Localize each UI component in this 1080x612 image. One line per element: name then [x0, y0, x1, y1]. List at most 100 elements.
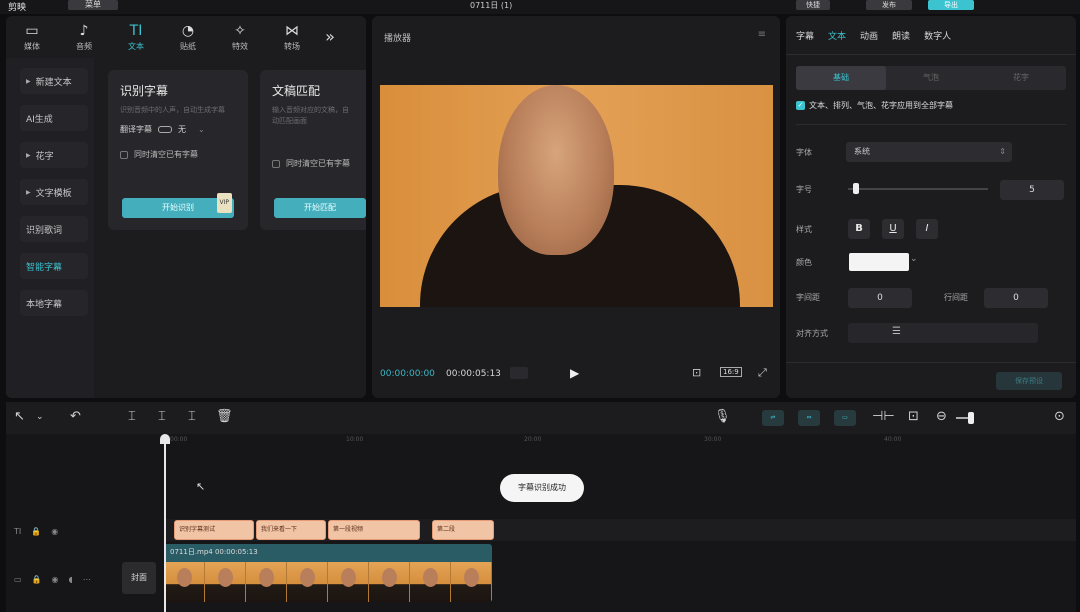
waveform-icon[interactable] [510, 367, 528, 379]
tab-label: 转场 [284, 41, 300, 51]
line-spacing-input[interactable]: 0 [984, 288, 1048, 308]
sidebar-item-fancy-text[interactable]: ▶ 花字 [20, 142, 88, 168]
link-clips-icon[interactable]: ⇌ [762, 410, 784, 426]
video-clip[interactable]: 0711日.mp4 00:00:05:13 [164, 544, 492, 602]
size-input[interactable]: 5 [1000, 180, 1064, 200]
cover-button[interactable]: 封面 [122, 562, 156, 594]
char-spacing-input[interactable]: 0 [848, 288, 912, 308]
video-preview[interactable] [380, 85, 773, 307]
eye-icon[interactable]: ◉ [51, 527, 58, 536]
media-icon: ▭ [25, 22, 39, 39]
color-label: 颜色 [796, 258, 812, 267]
size-slider[interactable] [848, 188, 988, 190]
more-tabs-button[interactable]: » [318, 16, 342, 58]
lock-icon[interactable]: 🔒 [31, 527, 41, 536]
fit-zoom-icon[interactable]: ⊡ [692, 366, 701, 379]
color-swatch[interactable] [849, 253, 909, 271]
magnet-icon[interactable]: ⇔ [798, 410, 820, 426]
align-center-icon[interactable]: ☰ [892, 326, 901, 337]
caption-sync-icon[interactable]: ⊡ [908, 409, 919, 424]
split-right-icon[interactable]: ⌶ [188, 409, 196, 424]
split-left-icon[interactable]: ⌶ [158, 409, 166, 424]
zoom-out-icon[interactable]: ⊖ [936, 409, 947, 424]
select-cursor-icon[interactable]: ↖ [14, 409, 25, 424]
font-select[interactable]: 系统 ⇕ [846, 142, 1012, 162]
subtab-basic[interactable]: 基础 [796, 66, 886, 90]
player-controls: 00:00:00:00 00:00:05:13 ▶ ⊡ 16:9 ⤢ [372, 362, 780, 386]
align-options[interactable]: ☰ [848, 323, 1038, 343]
card-title: 识别字幕 [120, 84, 169, 98]
chevron-down-icon[interactable]: ⌄ [910, 254, 918, 264]
center-split-icon[interactable]: ⊣⊢ [872, 409, 895, 424]
clear-existing-checkbox[interactable]: 同时清空已有字幕 [272, 158, 354, 169]
delete-icon[interactable]: 🗑 [216, 409, 233, 424]
translate-row[interactable]: 翻译字幕 无 ⌄ [120, 124, 236, 135]
apply-all-checkbox[interactable]: ✓ 文本、排列、气泡、花字应用到全部字幕 [796, 100, 953, 111]
undo-icon[interactable]: ↶ [70, 409, 81, 424]
menu-button[interactable]: 菜单 [68, 0, 118, 10]
export-button[interactable]: 导出 [928, 0, 974, 10]
chevron-down-icon[interactable]: ⌄ [36, 412, 44, 422]
thumbnail [369, 562, 410, 602]
sidebar-item-local-caption[interactable]: 本地字幕 [20, 290, 88, 316]
clear-existing-checkbox[interactable]: 同时清空已有字幕 [120, 149, 236, 160]
publish-button[interactable]: 发布 [866, 0, 912, 10]
tab-digital-human[interactable]: 数字人 [924, 29, 951, 42]
tab-transition[interactable]: ⋈ 转场 [266, 16, 318, 58]
size-slider-handle[interactable] [853, 183, 859, 194]
start-match-button[interactable]: 开始匹配 [274, 198, 366, 218]
tab-audio[interactable]: ♪ 音频 [58, 16, 110, 58]
tab-read-aloud[interactable]: 朗读 [892, 29, 910, 42]
eye-icon[interactable]: ◉ [52, 575, 59, 584]
start-recognize-button[interactable]: 开始识别 VIP [122, 193, 234, 218]
tab-animation[interactable]: 动画 [860, 29, 878, 42]
speaker-icon[interactable]: ◖ [69, 575, 73, 584]
apply-all-label: 文本、排列、气泡、花字应用到全部字幕 [809, 101, 953, 110]
subtab-bubble[interactable]: 气泡 [886, 66, 976, 90]
timeline-panel: ↖ ⌄ ↶ ⌶ ⌶ ⌶ 🗑 🎙 ⇌ ⇔ ▭ ⊣⊢ ⊡ ⊖ ⊙ 00:00 10:… [6, 402, 1076, 612]
tab-sticker[interactable]: ◔ 贴纸 [162, 16, 214, 58]
menu-icon[interactable]: ≡ [758, 29, 766, 40]
text-subtabs: 基础 气泡 花字 [796, 66, 1066, 90]
sidebar-item-smart-caption[interactable]: 智能字幕 [20, 253, 88, 279]
caption-clip[interactable]: 识别字幕测试 [174, 520, 254, 540]
play-icon[interactable]: ▶ [570, 366, 579, 380]
tab-caption[interactable]: 字幕 [796, 29, 814, 42]
fullscreen-icon[interactable]: ⤢ [758, 366, 767, 380]
tab-text[interactable]: 文本 [828, 29, 846, 42]
zoom-slider-handle[interactable] [968, 412, 974, 424]
shortcut-button[interactable]: 快捷 [796, 0, 830, 10]
sidebar-item-lyrics[interactable]: 识别歌词 [20, 216, 88, 242]
underline-button[interactable]: U [882, 219, 904, 239]
card-title: 文稿匹配 [272, 84, 321, 98]
playhead[interactable] [164, 436, 166, 612]
effects-icon: ✧ [234, 22, 246, 39]
subtab-fancy[interactable]: 花字 [976, 66, 1066, 90]
thumbnail [287, 562, 328, 602]
tool-tabs: ▭ 媒体 ♪ 音频 TI 文本 ◔ 贴纸 ✧ 特效 ⋈ 转场 » [6, 16, 366, 58]
sidebar-item-ai-generate[interactable]: AI生成 [20, 105, 88, 131]
bold-button[interactable]: B [848, 219, 870, 239]
more-icon[interactable]: ⋯ [83, 575, 91, 584]
caption-clip[interactable]: 第二段 [432, 520, 494, 540]
sidebar-item-new-text[interactable]: ▶ 新建文本 [20, 68, 88, 94]
split-icon[interactable]: ⌶ [128, 409, 136, 424]
thumbnail [205, 562, 246, 602]
aspect-ratio-button[interactable]: 16:9 [720, 367, 742, 377]
font-label: 字体 [796, 148, 812, 157]
sidebar-item-text-template[interactable]: ▶ 文字模板 [20, 179, 88, 205]
tab-effects[interactable]: ✧ 特效 [214, 16, 266, 58]
tab-text[interactable]: TI 文本 [110, 16, 162, 58]
lock-icon[interactable]: 🔒 [32, 575, 42, 584]
caption-clip[interactable]: 我们来看一下 [256, 520, 326, 540]
preview-axis-icon[interactable]: ▭ [834, 410, 856, 426]
tab-media[interactable]: ▭ 媒体 [6, 16, 58, 58]
settings-circle-icon[interactable]: ⊙ [1054, 409, 1065, 424]
microphone-icon[interactable]: 🎙 [714, 409, 731, 424]
italic-button[interactable]: I [916, 219, 938, 239]
char-spacing-value: 0 [877, 293, 883, 303]
save-preset-button[interactable]: 保存预设 [996, 372, 1062, 390]
caption-clip[interactable]: 第一段视频 [328, 520, 420, 540]
ruler-tick: 10:00 [346, 436, 364, 443]
playhead-handle[interactable] [160, 434, 170, 444]
